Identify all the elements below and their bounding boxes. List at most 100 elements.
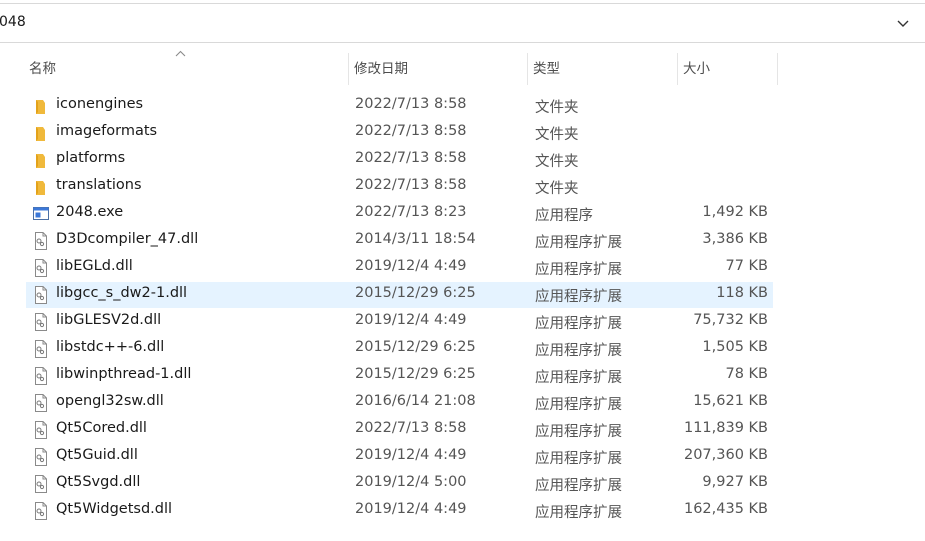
folder-icon xyxy=(33,97,49,115)
column-name-label: 名称 xyxy=(29,61,56,77)
file-size: 75,732 KB xyxy=(693,312,768,328)
file-size: 1,492 KB xyxy=(702,204,768,220)
file-name: Qt5Cored.dll xyxy=(56,420,147,436)
address-path: 048 xyxy=(0,14,26,30)
file-size: 207,360 KB xyxy=(683,447,768,463)
file-row[interactable]: Qt5Widgetsd.dll 2019/12/4 4:49 应用程序扩展 162,4… xyxy=(26,498,773,524)
file-type: 应用程序扩展 xyxy=(535,397,622,413)
exe-icon xyxy=(33,205,49,223)
file-type: 应用程序扩展 xyxy=(535,343,622,359)
dll-icon xyxy=(33,367,49,385)
file-row[interactable]: libstdc++-6.dll 2015/12/29 6:25 应用程序扩展 1,50… xyxy=(26,336,773,362)
file-size: 111,839 KB xyxy=(683,420,768,436)
file-row[interactable]: Qt5Guid.dll 2019/12/4 4:49 应用程序扩展 207,360 K… xyxy=(26,444,773,470)
column-name[interactable]: 名称 xyxy=(24,53,349,85)
file-type: 文件夹 xyxy=(535,154,579,170)
column-type-label: 类型 xyxy=(533,61,560,77)
file-type: 文件夹 xyxy=(535,127,579,143)
file-size: 78 KB xyxy=(725,366,768,382)
dll-icon xyxy=(33,502,49,520)
file-size: 162,435 KB xyxy=(683,501,768,517)
file-row[interactable]: Qt5Cored.dll 2022/7/13 8:58 应用程序扩展 111,839 … xyxy=(26,417,773,443)
address-bar[interactable]: 048 xyxy=(0,3,925,43)
file-name: Qt5Guid.dll xyxy=(56,447,138,463)
file-name: libgcc_s_dw2-1.dll xyxy=(56,285,188,301)
file-date: 2015/12/29 6:25 xyxy=(355,339,476,355)
file-row[interactable]: iconengines 2022/7/13 8:58 文件夹 xyxy=(26,93,773,119)
file-date: 2022/7/13 8:23 xyxy=(355,204,467,220)
column-size-label: 大小 xyxy=(683,61,710,77)
file-name: 2048.exe xyxy=(56,204,124,220)
file-type: 应用程序扩展 xyxy=(535,451,622,467)
file-row[interactable]: platforms 2022/7/13 8:58 文件夹 xyxy=(26,147,773,173)
file-size: 77 KB xyxy=(725,258,768,274)
column-date[interactable]: 修改日期 xyxy=(349,53,528,85)
file-date: 2019/12/4 4:49 xyxy=(355,312,467,328)
file-size: 118 KB xyxy=(716,285,768,301)
file-date: 2022/7/13 8:58 xyxy=(355,123,467,139)
file-date: 2019/12/4 4:49 xyxy=(355,258,467,274)
file-type: 应用程序扩展 xyxy=(535,370,622,386)
file-row[interactable]: Qt5Svgd.dll 2019/12/4 5:00 应用程序扩展 9,927 KB xyxy=(26,471,773,497)
file-date: 2022/7/13 8:58 xyxy=(355,177,467,193)
file-name: platforms xyxy=(56,150,126,166)
dll-icon xyxy=(33,232,49,250)
folder-icon xyxy=(33,124,49,142)
dll-icon xyxy=(33,394,49,412)
chevron-down-icon[interactable] xyxy=(896,16,910,30)
file-date: 2014/3/11 18:54 xyxy=(355,231,476,247)
file-type: 应用程序扩展 xyxy=(535,478,622,494)
dll-icon xyxy=(33,340,49,358)
column-type[interactable]: 类型 xyxy=(528,53,678,85)
file-row[interactable]: D3Dcompiler_47.dll 2014/3/11 18:54 应用程序扩展 3… xyxy=(26,228,773,254)
file-date: 2019/12/4 4:49 xyxy=(355,501,467,517)
file-type: 应用程序扩展 xyxy=(535,289,622,305)
column-header: 名称 修改日期 类型 大小 xyxy=(24,50,778,85)
file-type: 应用程序 xyxy=(535,208,593,224)
file-name: translations xyxy=(56,177,142,193)
file-row[interactable]: 2048.exe 2022/7/13 8:23 应用程序 1,492 KB xyxy=(26,201,773,227)
file-name: libwinpthread-1.dll xyxy=(56,366,192,382)
dll-icon xyxy=(33,421,49,439)
file-row[interactable]: libEGLd.dll 2019/12/4 4:49 应用程序扩展 77 KB xyxy=(26,255,773,281)
file-row[interactable]: libgcc_s_dw2-1.dll 2015/12/29 6:25 应用程序扩展 1… xyxy=(26,282,773,308)
file-type: 应用程序扩展 xyxy=(535,316,622,332)
dll-icon xyxy=(33,286,49,304)
file-type: 应用程序扩展 xyxy=(535,424,622,440)
file-type: 应用程序扩展 xyxy=(535,262,622,278)
file-date: 2022/7/13 8:58 xyxy=(355,96,467,112)
file-type: 文件夹 xyxy=(535,100,579,116)
dll-icon xyxy=(33,259,49,277)
file-row[interactable]: imageformats 2022/7/13 8:58 文件夹 xyxy=(26,120,773,146)
file-row[interactable]: translations 2022/7/13 8:58 文件夹 xyxy=(26,174,773,200)
file-size: 3,386 KB xyxy=(702,231,768,247)
file-row[interactable]: opengl32sw.dll 2016/6/14 21:08 应用程序扩展 15,62… xyxy=(26,390,773,416)
file-row[interactable]: libGLESV2d.dll 2019/12/4 4:49 应用程序扩展 75,732… xyxy=(26,309,773,335)
file-type: 文件夹 xyxy=(535,181,579,197)
file-date: 2022/7/13 8:58 xyxy=(355,420,467,436)
file-type: 应用程序扩展 xyxy=(535,505,622,521)
dll-icon xyxy=(33,475,49,493)
file-type: 应用程序扩展 xyxy=(535,235,622,251)
file-date: 2019/12/4 5:00 xyxy=(355,474,467,490)
file-name: opengl32sw.dll xyxy=(56,393,164,409)
column-size[interactable]: 大小 xyxy=(678,53,778,85)
file-row[interactable]: libwinpthread-1.dll 2015/12/29 6:25 应用程序扩展… xyxy=(26,363,773,389)
file-name: D3Dcompiler_47.dll xyxy=(56,231,199,247)
file-size: 1,505 KB xyxy=(702,339,768,355)
column-date-label: 修改日期 xyxy=(354,61,408,77)
dll-icon xyxy=(33,313,49,331)
file-date: 2015/12/29 6:25 xyxy=(355,366,476,382)
file-name: Qt5Svgd.dll xyxy=(56,474,141,490)
file-name: iconengines xyxy=(56,96,144,112)
file-date: 2022/7/13 8:58 xyxy=(355,150,467,166)
file-date: 2015/12/29 6:25 xyxy=(355,285,476,301)
file-name: Qt5Widgetsd.dll xyxy=(56,501,173,517)
file-name: libstdc++-6.dll xyxy=(56,339,165,355)
file-name: libGLESV2d.dll xyxy=(56,312,162,328)
dll-icon xyxy=(33,448,49,466)
file-size: 9,927 KB xyxy=(702,474,768,490)
file-date: 2019/12/4 4:49 xyxy=(355,447,467,463)
file-date: 2016/6/14 21:08 xyxy=(355,393,476,409)
folder-icon xyxy=(33,178,49,196)
